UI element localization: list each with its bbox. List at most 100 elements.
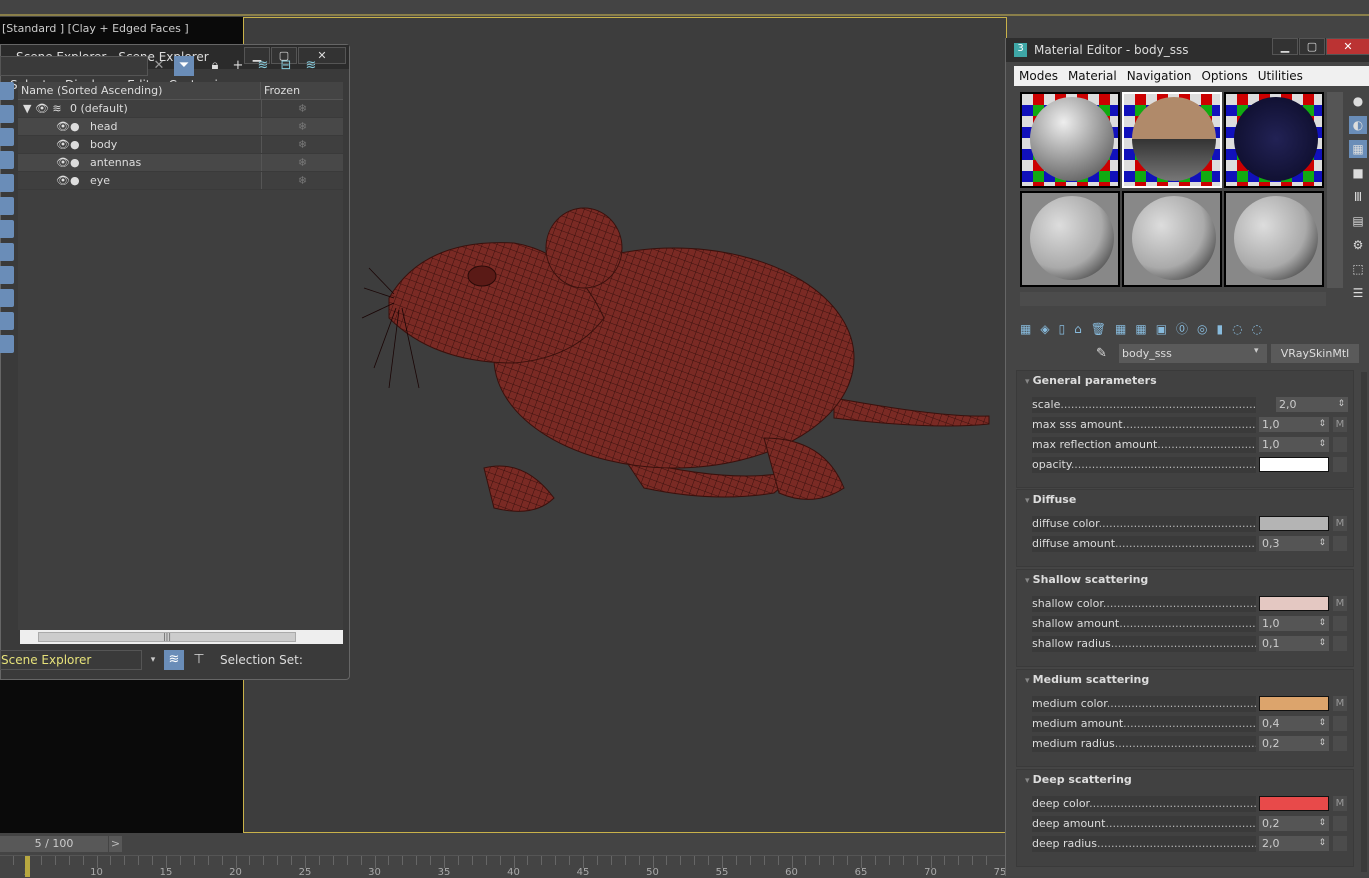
- make-preview-icon[interactable]: ▤: [1349, 212, 1367, 230]
- value-spinner[interactable]: 0,3: [1259, 536, 1329, 551]
- rollout-title[interactable]: Shallow scattering: [1017, 570, 1353, 590]
- filter-toolbar[interactable]: [0, 82, 16, 642]
- eyedropper-icon[interactable]: ✎: [1096, 346, 1107, 361]
- chevron-down-icon[interactable]: ▾: [1254, 346, 1259, 356]
- select-by-material-icon[interactable]: ⬚: [1349, 260, 1367, 278]
- helper-filter-icon[interactable]: [0, 174, 14, 192]
- visibility-icon[interactable]: 👁︎●: [18, 172, 90, 189]
- close-button[interactable]: ✕: [1326, 38, 1369, 55]
- maximize-button[interactable]: ▢: [1299, 38, 1325, 55]
- object-row[interactable]: 👁︎●body❄: [18, 136, 343, 154]
- visibility-icon[interactable]: 👁︎●: [18, 118, 90, 135]
- scene-tree[interactable]: Name (Sorted Ascending) Frozen ▼ 👁︎ ≋ 0 …: [18, 82, 343, 630]
- sample-type-icon[interactable]: ●: [1349, 92, 1367, 110]
- map-button[interactable]: M: [1333, 796, 1347, 811]
- filter-icon[interactable]: ⏷: [174, 56, 194, 76]
- xref-filter-icon[interactable]: [0, 243, 14, 261]
- map-button[interactable]: [1333, 836, 1347, 851]
- name-column-header[interactable]: Name (Sorted Ascending): [18, 82, 261, 99]
- rollout-title[interactable]: Diffuse: [1017, 490, 1353, 510]
- menu-options[interactable]: Options: [1196, 66, 1252, 86]
- material-slot[interactable]: [1224, 92, 1324, 188]
- current-frame-marker[interactable]: [25, 856, 30, 877]
- layer-stack-icon[interactable]: ≋: [301, 56, 321, 76]
- material-slot[interactable]: [1020, 191, 1120, 287]
- value-spinner[interactable]: 0,2: [1259, 816, 1329, 831]
- slots-horizontal-scrollbar[interactable]: [1020, 292, 1326, 306]
- lock-icon[interactable]: 🔒︎: [205, 56, 225, 76]
- hidden-filter-icon[interactable]: [0, 335, 14, 353]
- color-swatch[interactable]: [1259, 596, 1329, 611]
- spacewarp-filter-icon[interactable]: [0, 197, 14, 215]
- object-row[interactable]: 👁︎●antennas❄: [18, 154, 343, 172]
- material-slot[interactable]: [1224, 191, 1324, 287]
- timeline-ruler[interactable]: 51015202530354045505560657075: [0, 855, 1005, 876]
- visibility-icon[interactable]: 👁︎●: [18, 136, 90, 153]
- material-type-button[interactable]: VRaySkinMtl: [1271, 344, 1359, 363]
- layers-icon[interactable]: ≋: [253, 56, 273, 76]
- light-filter-icon[interactable]: [0, 128, 14, 146]
- expand-eye-layer-icons[interactable]: ▼ 👁︎ ≋: [18, 100, 70, 117]
- minimize-button[interactable]: ▁: [1272, 38, 1298, 55]
- color-swatch[interactable]: [1259, 516, 1329, 531]
- frozen-column-header[interactable]: Frozen: [261, 82, 300, 99]
- color-swatch[interactable]: [1259, 457, 1329, 472]
- sort-by-hierarchy-icon[interactable]: ⊤: [189, 650, 209, 670]
- explorer-mode-dropdown[interactable]: Scene Explorer: [0, 650, 142, 670]
- map-button[interactable]: [1333, 616, 1347, 631]
- value-spinner[interactable]: 2,0: [1276, 397, 1348, 412]
- frozen-icon[interactable]: ❄: [261, 100, 343, 117]
- map-button[interactable]: M: [1333, 417, 1347, 432]
- map-button[interactable]: M: [1333, 596, 1347, 611]
- value-spinner[interactable]: 1,0: [1259, 437, 1329, 452]
- material-navigator-icon[interactable]: ☰: [1349, 284, 1367, 302]
- frozen-icon[interactable]: ❄: [261, 118, 343, 135]
- map-button[interactable]: M: [1333, 696, 1347, 711]
- background-icon[interactable]: ▦: [1349, 140, 1367, 158]
- material-slot-active[interactable]: [1122, 92, 1222, 188]
- map-button[interactable]: [1333, 636, 1347, 651]
- hierarchy-icon[interactable]: ⊟: [276, 56, 296, 76]
- object-row[interactable]: 👁︎●eye❄: [18, 172, 343, 190]
- next-frame-button[interactable]: >: [109, 836, 122, 852]
- map-button[interactable]: M: [1333, 516, 1347, 531]
- chevron-down-icon[interactable]: ▾: [143, 650, 163, 670]
- options-icon[interactable]: ⚙: [1349, 236, 1367, 254]
- backlight-icon[interactable]: ◐: [1349, 116, 1367, 134]
- map-button[interactable]: [1333, 437, 1347, 452]
- menu-navigation[interactable]: Navigation: [1122, 66, 1197, 86]
- search-input[interactable]: [0, 56, 148, 76]
- frozen-filter-icon[interactable]: [0, 312, 14, 330]
- viewport-label[interactable]: [Standard ] [Clay + Edged Faces ]: [2, 22, 189, 35]
- value-spinner[interactable]: 2,0: [1259, 836, 1329, 851]
- material-slot[interactable]: [1122, 191, 1222, 287]
- shape-filter-icon[interactable]: [0, 105, 14, 123]
- uv-tiling-icon[interactable]: ■: [1349, 164, 1367, 182]
- frozen-icon[interactable]: ❄: [261, 172, 343, 189]
- frozen-icon[interactable]: ❄: [261, 136, 343, 153]
- time-slider[interactable]: 5 / 100: [0, 836, 108, 852]
- rollout-scrollbar[interactable]: [1361, 372, 1367, 872]
- camera-filter-icon[interactable]: [0, 151, 14, 169]
- map-button[interactable]: [1333, 816, 1347, 831]
- map-button[interactable]: [1333, 536, 1347, 551]
- scrollbar-thumb[interactable]: |||: [38, 632, 296, 642]
- menu-modes[interactable]: Modes: [1014, 66, 1063, 86]
- map-button[interactable]: [1333, 736, 1347, 751]
- map-button[interactable]: [1333, 457, 1347, 472]
- selection-set-label[interactable]: Selection Set:: [220, 653, 303, 667]
- clear-search-icon[interactable]: ✕: [149, 56, 169, 76]
- value-spinner[interactable]: 1,0: [1259, 616, 1329, 631]
- sort-by-layer-icon[interactable]: ≋: [164, 650, 184, 670]
- bone-filter-icon[interactable]: [0, 266, 14, 284]
- material-name-field[interactable]: body_sss: [1119, 344, 1267, 363]
- map-button[interactable]: [1333, 716, 1347, 731]
- slots-vertical-scrollbar[interactable]: [1327, 92, 1343, 288]
- material-slot[interactable]: [1020, 92, 1120, 188]
- rollout-title[interactable]: Deep scattering: [1017, 770, 1353, 790]
- color-swatch[interactable]: [1259, 696, 1329, 711]
- value-spinner[interactable]: 1,0: [1259, 417, 1329, 432]
- value-spinner[interactable]: 0,1: [1259, 636, 1329, 651]
- rollout-title[interactable]: General parameters: [1017, 371, 1353, 391]
- geometry-filter-icon[interactable]: [0, 82, 14, 100]
